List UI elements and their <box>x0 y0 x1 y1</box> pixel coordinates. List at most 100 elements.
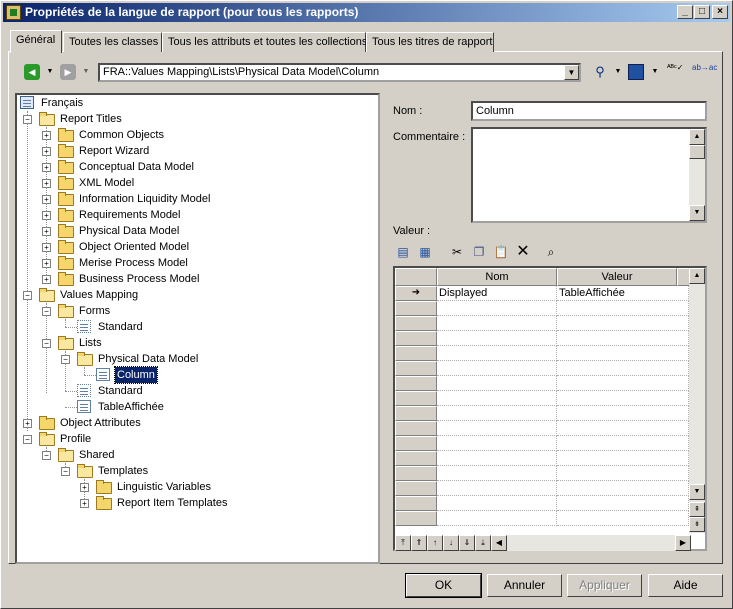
expand-icon[interactable]: + <box>42 147 51 156</box>
row-header[interactable] <box>395 301 437 316</box>
find-in-list-icon[interactable]: ⌕ <box>542 243 560 261</box>
grid-cell-empty[interactable] <box>557 451 689 466</box>
expand-icon[interactable]: + <box>23 419 32 428</box>
collapse-icon[interactable]: − <box>42 451 51 460</box>
grid-cell-empty[interactable] <box>437 451 557 466</box>
grid-cell-empty[interactable] <box>557 301 689 316</box>
language-tree[interactable]: Français − Report Titles + Common Object… <box>15 93 380 564</box>
row-header[interactable] <box>395 376 437 391</box>
add-row-icon[interactable]: ▦ <box>416 243 434 261</box>
collapse-icon[interactable]: − <box>42 307 51 316</box>
minimize-button[interactable]: _ <box>677 5 693 19</box>
chevron-down-icon[interactable]: ▼ <box>564 65 579 80</box>
expand-icon[interactable]: + <box>42 243 51 252</box>
row-header[interactable] <box>395 481 437 496</box>
tab-general[interactable]: Général <box>10 30 62 53</box>
collapse-icon[interactable]: − <box>42 339 51 348</box>
grid-cell-empty[interactable] <box>437 346 557 361</box>
expand-icon[interactable]: + <box>80 499 89 508</box>
move-page-up-icon[interactable]: ⇑ <box>411 535 427 551</box>
grid-cell-empty[interactable] <box>557 511 689 526</box>
row-header[interactable] <box>395 361 437 376</box>
appliquer-button[interactable]: Appliquer <box>567 574 642 597</box>
collapse-icon[interactable]: − <box>61 467 70 476</box>
collapse-icon[interactable]: − <box>23 115 32 124</box>
grid-scrollbar[interactable]: ▲ ▼ ⇞ ⇟ <box>689 268 705 533</box>
row-header[interactable] <box>395 331 437 346</box>
grid-cell-empty[interactable] <box>557 376 689 391</box>
grid-cell-empty[interactable] <box>557 496 689 511</box>
row-header[interactable] <box>395 346 437 361</box>
forward-icon[interactable]: ▶ <box>60 64 76 80</box>
grid-cell-empty[interactable] <box>437 436 557 451</box>
grid-cell-empty[interactable] <box>437 466 557 481</box>
grid-cell-empty[interactable] <box>437 361 557 376</box>
row-header[interactable] <box>395 436 437 451</box>
move-bottom-icon[interactable]: ⤓ <box>475 535 491 551</box>
find-icon[interactable]: ⚲ <box>592 64 608 80</box>
save-dropdown-icon[interactable]: ▼ <box>647 64 663 80</box>
close-button[interactable]: × <box>712 5 728 19</box>
expand-icon[interactable]: + <box>42 131 51 140</box>
insert-row-icon[interactable]: ▤ <box>394 243 412 261</box>
row-header[interactable] <box>395 406 437 421</box>
grid-cell-empty[interactable] <box>437 481 557 496</box>
nom-field[interactable]: Column <box>471 101 707 121</box>
grid-cell-empty[interactable] <box>557 436 689 451</box>
scroll-left-icon[interactable]: ◀ <box>491 535 507 551</box>
grid-cell-empty[interactable] <box>437 301 557 316</box>
grid-cell-empty[interactable] <box>437 421 557 436</box>
back-icon[interactable]: ◀ <box>24 64 40 80</box>
grid-cell-empty[interactable] <box>437 316 557 331</box>
collapse-icon[interactable]: − <box>23 435 32 444</box>
commentaire-scrollbar[interactable]: ▲ ▼ <box>689 129 705 221</box>
move-up-icon[interactable]: ↑ <box>427 535 443 551</box>
row-header[interactable] <box>395 316 437 331</box>
spell-check-icon[interactable]: ᴬᴮᶜ✓ <box>667 64 683 80</box>
splitter[interactable] <box>381 93 384 564</box>
paste-icon[interactable]: 📋 <box>492 243 510 261</box>
grid-cell-empty[interactable] <box>557 406 689 421</box>
grid-cell-empty[interactable] <box>557 346 689 361</box>
annuler-button[interactable]: Annuler <box>487 574 562 597</box>
replace-icon[interactable]: ab→ac <box>692 64 717 80</box>
tab-toutes-les-classes[interactable]: Toutes les classes <box>63 32 162 52</box>
grid-cell-nom[interactable]: Displayed <box>437 286 557 301</box>
grid-cell-empty[interactable] <box>557 466 689 481</box>
grid-cell-empty[interactable] <box>437 331 557 346</box>
grid-cell-empty[interactable] <box>437 391 557 406</box>
row-header[interactable] <box>395 451 437 466</box>
scroll-down-icon[interactable]: ▼ <box>689 484 705 500</box>
ok-button[interactable]: OK <box>405 573 482 598</box>
delete-icon[interactable]: ✕ <box>514 243 532 261</box>
aide-button[interactable]: Aide <box>648 574 723 597</box>
scroll-up-icon[interactable]: ▲ <box>689 129 705 145</box>
grid-cell-empty[interactable] <box>557 331 689 346</box>
grid-cell-empty[interactable] <box>437 406 557 421</box>
scroll-up-icon[interactable]: ▲ <box>689 268 705 284</box>
expand-icon[interactable]: + <box>42 163 51 172</box>
move-top-icon[interactable]: ⤒ <box>395 535 411 551</box>
expand-icon[interactable]: + <box>42 195 51 204</box>
cut-icon[interactable]: ✂ <box>448 243 466 261</box>
collapse-icon[interactable]: − <box>23 291 32 300</box>
forward-dropdown-icon[interactable]: ▼ <box>78 64 94 80</box>
title-bar[interactable]: Propriétés de la langue de rapport (pour… <box>3 3 730 22</box>
back-dropdown-icon[interactable]: ▼ <box>42 64 58 80</box>
path-combobox[interactable]: FRA::Values Mapping\Lists\Physical Data … <box>98 63 581 82</box>
row-header-current-icon[interactable]: ➜ <box>395 286 437 301</box>
column-header-valeur[interactable]: Valeur <box>557 268 677 286</box>
grid-cell-empty[interactable] <box>437 496 557 511</box>
find-dropdown-icon[interactable]: ▼ <box>610 64 626 80</box>
row-header[interactable] <box>395 466 437 481</box>
grid-cell-empty[interactable] <box>557 316 689 331</box>
row-header[interactable] <box>395 511 437 526</box>
scroll-right-icon[interactable]: ▶ <box>675 535 691 551</box>
row-header[interactable] <box>395 391 437 406</box>
scroll-page-up-icon[interactable]: ⇞ <box>689 502 705 517</box>
grid-cell-empty[interactable] <box>557 361 689 376</box>
grid-cell-empty[interactable] <box>557 481 689 496</box>
column-header-nom[interactable]: Nom <box>437 268 557 286</box>
expand-icon[interactable]: + <box>42 227 51 236</box>
values-grid[interactable]: Nom Valeur ➜ Displayed TableAffichée ▲ ▼… <box>393 266 707 551</box>
